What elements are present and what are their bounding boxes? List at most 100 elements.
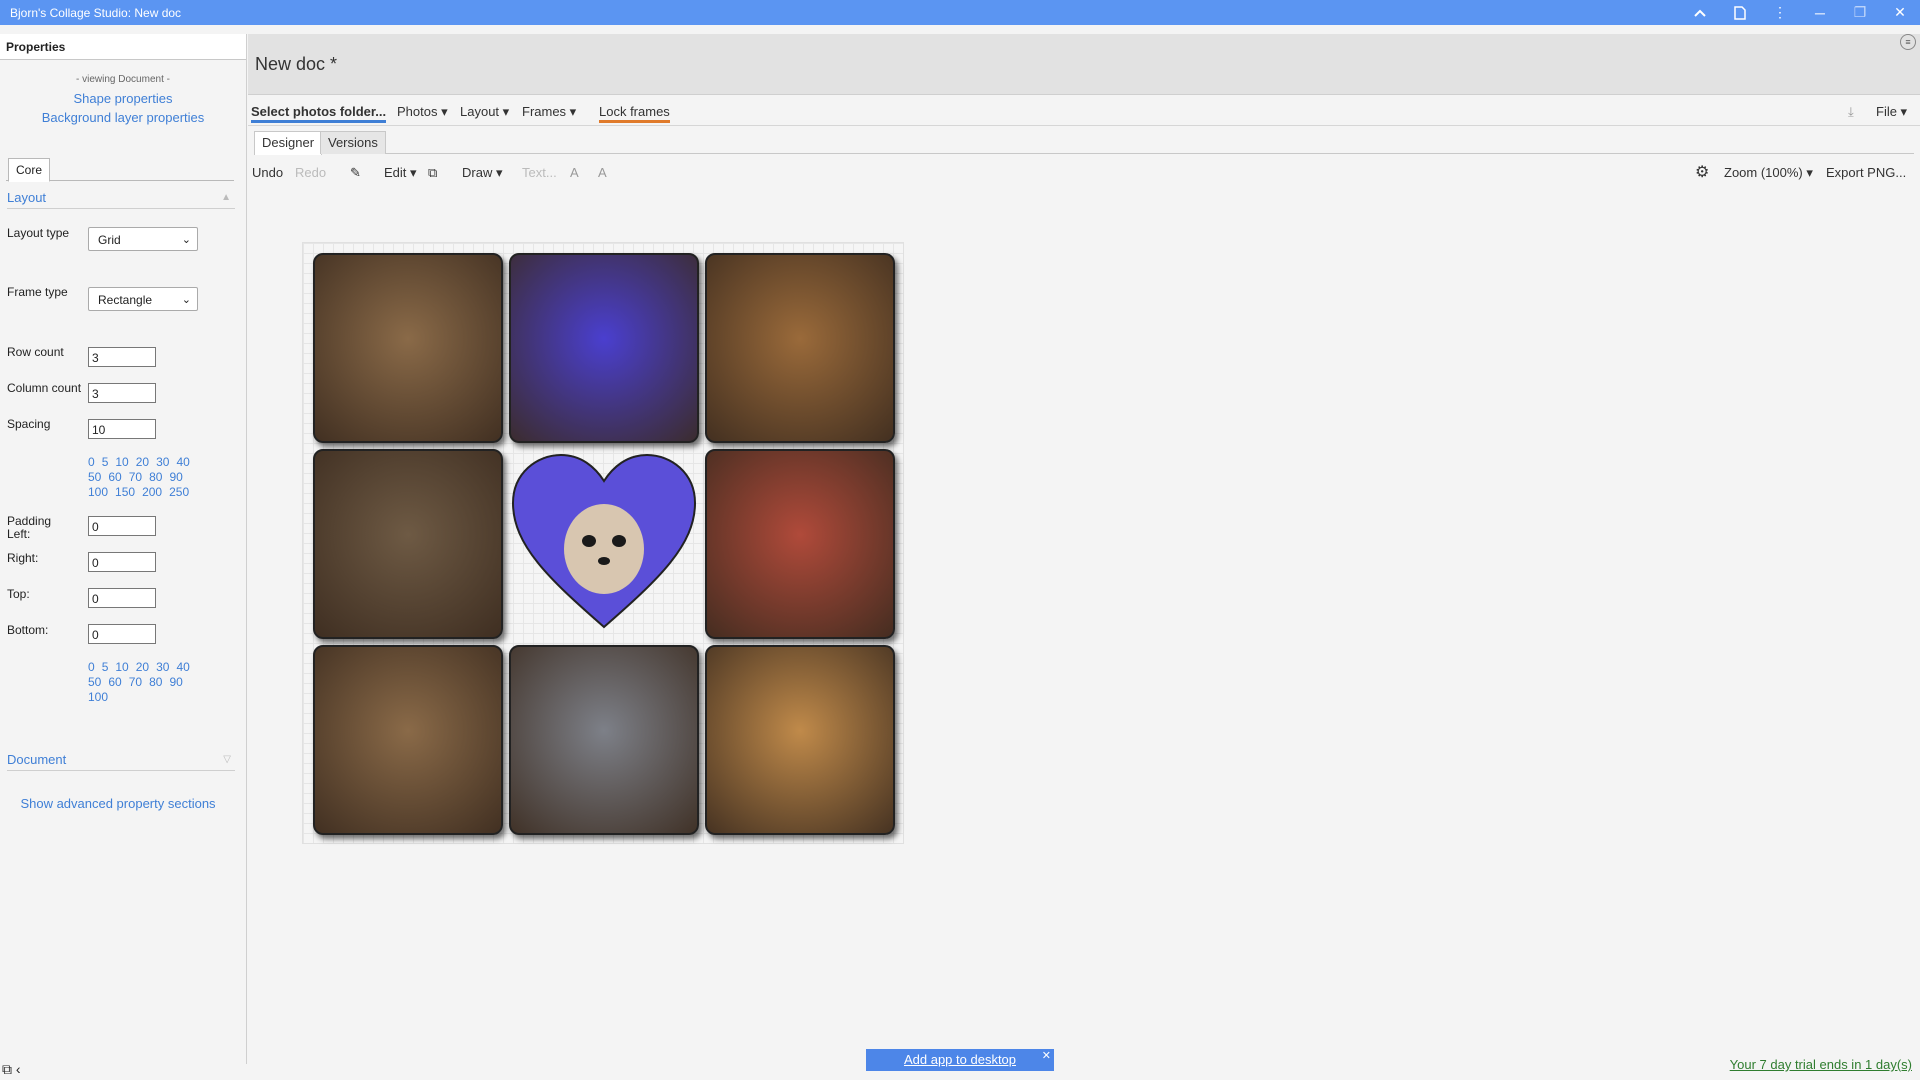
- layout-type-select[interactable]: Grid ⌄: [88, 227, 198, 251]
- preset-value[interactable]: 50: [88, 675, 101, 689]
- background-layer-properties-link[interactable]: Background layer properties: [0, 110, 246, 125]
- close-button[interactable]: ✕: [1880, 0, 1920, 25]
- add-app-to-desktop-link[interactable]: Add app to desktop: [904, 1052, 1016, 1067]
- document-header: New doc * ≡: [248, 34, 1920, 95]
- dog-photo-tan-dog[interactable]: [705, 645, 895, 835]
- minimize-button[interactable]: ─: [1800, 0, 1840, 25]
- preset-value[interactable]: 200: [142, 485, 162, 499]
- font-increase-icon[interactable]: A: [570, 165, 579, 180]
- collage-canvas[interactable]: [302, 242, 904, 844]
- undo-button[interactable]: Undo: [252, 165, 283, 180]
- preset-value[interactable]: 80: [149, 470, 162, 484]
- preset-value[interactable]: 60: [108, 470, 121, 484]
- frame-type-label: Frame type: [7, 285, 68, 299]
- padding-top-input[interactable]: 0: [88, 588, 156, 608]
- document-title: New doc *: [255, 54, 338, 74]
- preset-value[interactable]: 80: [149, 675, 162, 689]
- dog-photo-shepherd-puppy[interactable]: [509, 645, 699, 835]
- text-button[interactable]: Text...: [522, 165, 557, 180]
- padding-top-label: Top:: [7, 587, 30, 601]
- select-photos-folder-button[interactable]: Select photos folder...: [251, 104, 387, 123]
- maximize-button[interactable]: ❐: [1840, 0, 1880, 25]
- preset-value[interactable]: 20: [136, 455, 149, 469]
- spacing-preset-row: 0 5 10 20 30 40: [88, 455, 197, 470]
- preset-value[interactable]: 100: [88, 690, 108, 704]
- preset-value[interactable]: 30: [156, 455, 169, 469]
- tab-designer[interactable]: Designer: [254, 131, 323, 155]
- preset-value[interactable]: 40: [176, 660, 189, 674]
- preset-value[interactable]: 250: [169, 485, 189, 499]
- dog-photo-collie[interactable]: [705, 253, 895, 443]
- preset-value[interactable]: 5: [102, 660, 109, 674]
- document-section-header[interactable]: Document ▽: [7, 752, 235, 771]
- photos-menu[interactable]: Photos ▾: [397, 104, 448, 120]
- padding-preset-row: 50 60 70 80 90: [88, 675, 197, 690]
- trial-notice-link[interactable]: Your 7 day trial ends in 1 day(s): [1730, 1057, 1912, 1072]
- spacing-preset-row: 50 60 70 80 90: [88, 470, 197, 485]
- edit-menu[interactable]: Edit ▾: [384, 165, 417, 181]
- dog-photo-husky[interactable]: [509, 253, 699, 443]
- properties-header: Properties: [0, 34, 246, 60]
- preset-value[interactable]: 50: [88, 470, 101, 484]
- padding-presets: 0 5 10 20 30 40 50 60 70 80 90 100: [88, 660, 197, 705]
- preset-value[interactable]: 0: [88, 455, 95, 469]
- spacing-label: Spacing: [7, 417, 51, 431]
- dog-photo-black-dog[interactable]: [313, 449, 503, 639]
- frames-menu[interactable]: Frames ▾: [522, 104, 576, 120]
- padding-right-input[interactable]: 0: [88, 552, 156, 572]
- preset-value[interactable]: 90: [169, 675, 182, 689]
- preset-value[interactable]: 10: [115, 660, 128, 674]
- padding-left-input[interactable]: 0: [88, 516, 156, 536]
- font-decrease-icon[interactable]: A: [598, 165, 607, 180]
- spacing-input[interactable]: 10: [88, 419, 156, 439]
- dog-photo-pomeranian-heart[interactable]: [509, 449, 699, 639]
- lock-frames-button[interactable]: Lock frames: [599, 104, 670, 123]
- pencil-icon[interactable]: ✎: [350, 165, 361, 181]
- column-count-input[interactable]: 3: [88, 383, 156, 403]
- file-menu[interactable]: File ▾: [1876, 104, 1907, 120]
- export-png-button[interactable]: Export PNG...: [1826, 165, 1906, 180]
- tab-core[interactable]: Core: [8, 158, 50, 182]
- layers-icon[interactable]: ⧉: [428, 165, 437, 181]
- download-icon[interactable]: ⤓: [1848, 104, 1854, 120]
- more-options-icon[interactable]: ⋮: [1760, 0, 1800, 25]
- hamburger-menu-icon[interactable]: ≡: [1900, 34, 1916, 50]
- dog-photo-yorkie[interactable]: [313, 645, 503, 835]
- tab-versions[interactable]: Versions: [320, 131, 386, 154]
- expand-triangle-icon[interactable]: ▽: [223, 754, 231, 765]
- frame-type-select[interactable]: Rectangle ⌄: [88, 287, 198, 311]
- layout-menu[interactable]: Layout ▾: [460, 104, 509, 120]
- close-banner-icon[interactable]: ✕: [1042, 1045, 1051, 1067]
- preset-value[interactable]: 60: [108, 675, 121, 689]
- padding-right-label: Right:: [7, 551, 39, 565]
- preset-value[interactable]: 150: [115, 485, 135, 499]
- layout-section-header[interactable]: Layout ▲: [7, 190, 235, 209]
- add-app-to-desktop-banner[interactable]: Add app to desktop ✕: [866, 1049, 1054, 1071]
- preset-value[interactable]: 5: [102, 455, 109, 469]
- preset-value[interactable]: 0: [88, 660, 95, 674]
- preset-value[interactable]: 20: [136, 660, 149, 674]
- preset-value[interactable]: 10: [115, 455, 128, 469]
- show-advanced-link[interactable]: Show advanced property sections: [0, 796, 236, 811]
- redo-button[interactable]: Redo: [295, 165, 326, 180]
- chevron-up-icon[interactable]: [1680, 0, 1720, 25]
- collapse-arrow-icon[interactable]: ‹: [16, 1061, 21, 1077]
- frame-type-value: Rectangle: [98, 293, 153, 307]
- shape-properties-link[interactable]: Shape properties: [0, 91, 246, 106]
- preset-value[interactable]: 70: [129, 675, 142, 689]
- preset-value[interactable]: 90: [169, 470, 182, 484]
- draw-menu[interactable]: Draw ▾: [462, 165, 502, 181]
- zoom-menu[interactable]: Zoom (100%) ▾: [1724, 165, 1813, 181]
- preset-value[interactable]: 40: [176, 455, 189, 469]
- gear-icon[interactable]: ⚙: [1695, 162, 1709, 182]
- dog-photo-terrier[interactable]: [313, 253, 503, 443]
- collapse-triangle-icon[interactable]: ▲: [221, 192, 231, 203]
- dog-photo-shaggy[interactable]: [705, 449, 895, 639]
- row-count-input[interactable]: 3: [88, 347, 156, 367]
- document-icon[interactable]: [1720, 0, 1760, 25]
- preset-value[interactable]: 30: [156, 660, 169, 674]
- preset-value[interactable]: 100: [88, 485, 108, 499]
- preset-value[interactable]: 70: [129, 470, 142, 484]
- window-icon[interactable]: ⧉: [2, 1061, 12, 1077]
- padding-bottom-input[interactable]: 0: [88, 624, 156, 644]
